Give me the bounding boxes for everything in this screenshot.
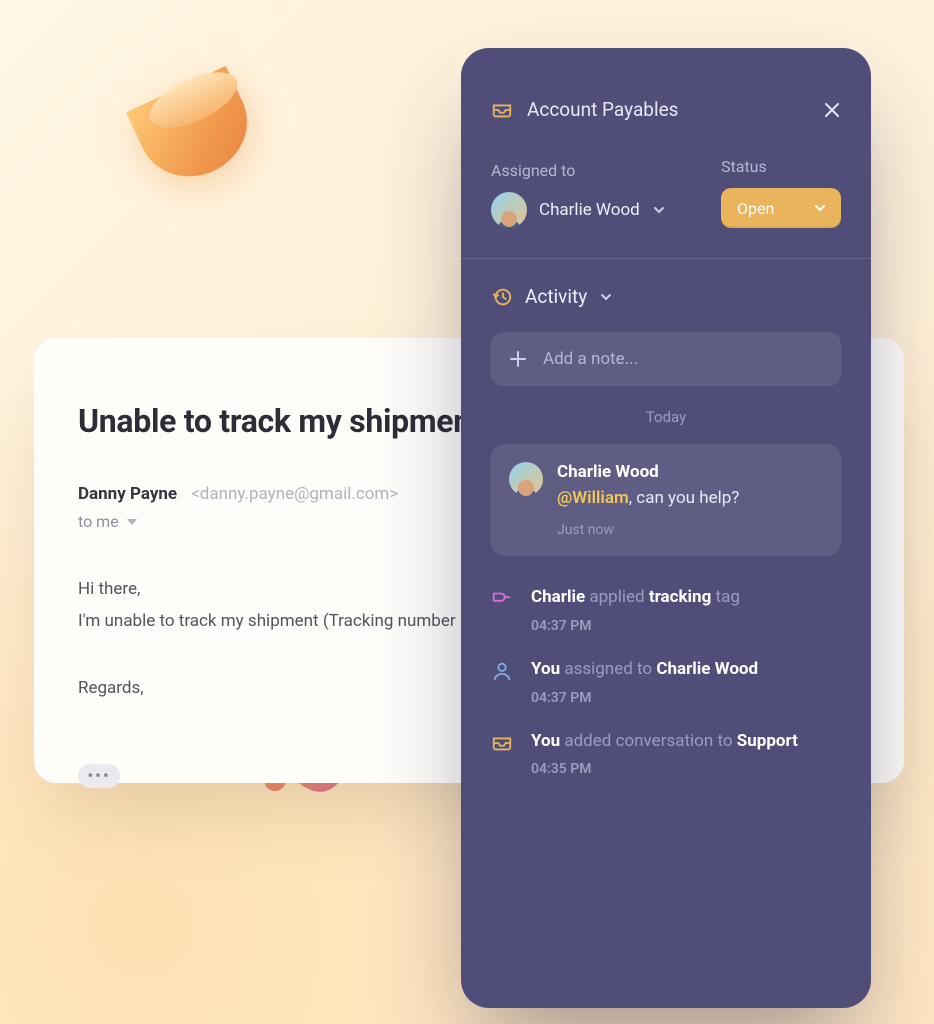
feed-verb: applied <box>589 587 644 607</box>
decorative-bowl <box>140 85 250 175</box>
day-separator: Today <box>491 408 841 426</box>
feed-object: Charlie Wood <box>656 659 758 679</box>
avatar <box>491 192 527 228</box>
email-to-label: to me <box>78 512 119 531</box>
feed-suffix: tag <box>716 587 740 607</box>
note-author: Charlie Wood <box>557 462 739 482</box>
feed-time: 04:37 PM <box>531 690 758 706</box>
feed-time: 04:37 PM <box>531 618 740 634</box>
activity-icon <box>491 286 513 308</box>
feed-item: Charlie applied tracking tag 04:37 PM <box>491 586 841 634</box>
feed-text: You assigned to Charlie Wood <box>531 658 758 682</box>
person-icon <box>491 660 513 682</box>
activity-label: Activity <box>525 285 587 308</box>
note-card: Charlie Wood @William, can you help? Jus… <box>491 444 841 556</box>
activity-toggle[interactable]: Activity <box>491 285 841 308</box>
feed-item: You added conversation to Support 04:35 … <box>491 730 841 778</box>
status-value: Open <box>737 199 774 218</box>
feed-text: Charlie applied tracking tag <box>531 586 740 610</box>
feed-actor: You <box>531 731 560 751</box>
close-icon[interactable] <box>823 101 841 119</box>
assigned-label: Assigned to <box>491 161 699 180</box>
add-note-placeholder: Add a note... <box>543 349 638 369</box>
feed-verb: added conversation to <box>564 731 732 751</box>
chevron-down-icon <box>652 203 666 217</box>
expand-quoted-button[interactable]: ••• <box>78 764 120 788</box>
feed-text: You added conversation to Support <box>531 730 798 754</box>
divider <box>461 258 871 259</box>
plus-icon <box>509 350 527 368</box>
feed-verb: assigned to <box>564 659 652 679</box>
chevron-down-icon <box>813 201 827 215</box>
panel-header: Account Payables <box>491 98 841 121</box>
assignee-selector[interactable]: Charlie Wood <box>491 192 699 228</box>
status-label: Status <box>721 157 841 176</box>
panel-title: Account Payables <box>527 98 809 121</box>
feed-object: tracking <box>649 587 711 607</box>
feed-actor: You <box>531 659 560 679</box>
activity-feed: Charlie applied tracking tag 04:37 PM Yo… <box>491 586 841 777</box>
detail-panel: Account Payables Assigned to Charlie Woo… <box>461 48 871 1008</box>
email-from-address: <danny.payne@gmail.com> <box>191 484 398 504</box>
inbox-icon <box>491 99 513 121</box>
status-selector[interactable]: Open <box>721 188 841 228</box>
assignee-name: Charlie Wood <box>539 200 640 220</box>
add-note-input[interactable]: Add a note... <box>491 332 841 386</box>
tag-icon <box>491 588 513 610</box>
feed-actor: Charlie <box>531 587 585 607</box>
feed-object: Support <box>737 731 798 751</box>
mention[interactable]: @William <box>557 488 629 508</box>
note-message: @William, can you help? <box>557 488 739 508</box>
inbox-icon <box>491 732 513 754</box>
note-message-rest: , can you help? <box>629 488 740 508</box>
avatar <box>509 462 543 496</box>
meta-row: Assigned to Charlie Wood Status Open <box>491 157 841 228</box>
note-time: Just now <box>557 522 739 538</box>
feed-time: 04:35 PM <box>531 761 798 777</box>
chevron-down-icon <box>599 290 613 304</box>
feed-item: You assigned to Charlie Wood 04:37 PM <box>491 658 841 706</box>
email-from-name: Danny Payne <box>78 484 177 504</box>
chevron-down-icon <box>127 519 137 525</box>
